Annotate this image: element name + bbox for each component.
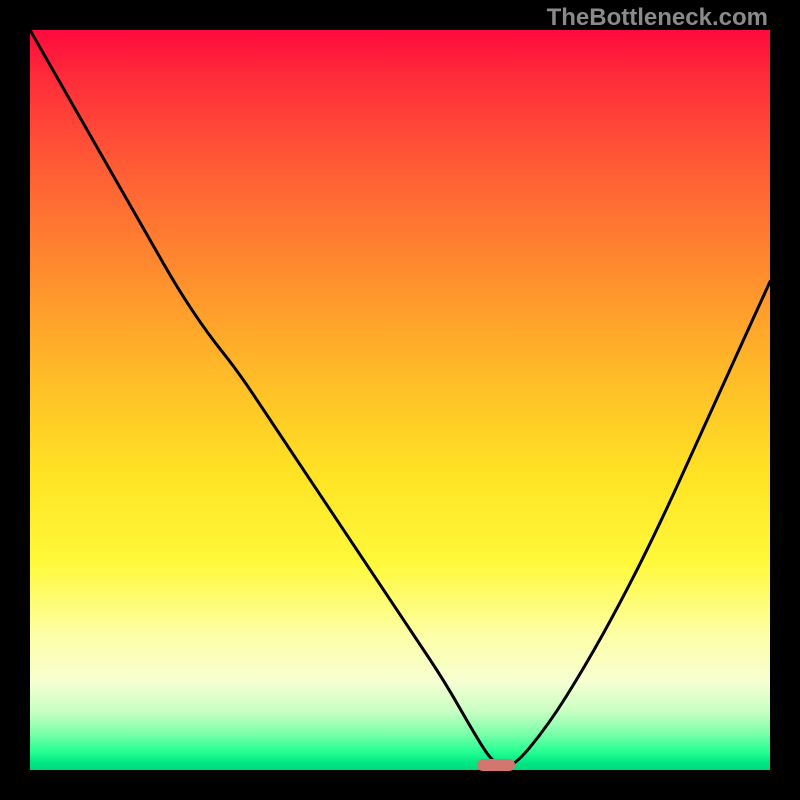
chart-frame: TheBottleneck.com <box>0 0 800 800</box>
watermark-text: TheBottleneck.com <box>547 4 768 32</box>
plot-area <box>30 30 770 770</box>
optimal-marker <box>477 759 515 771</box>
background-gradient <box>30 30 770 770</box>
